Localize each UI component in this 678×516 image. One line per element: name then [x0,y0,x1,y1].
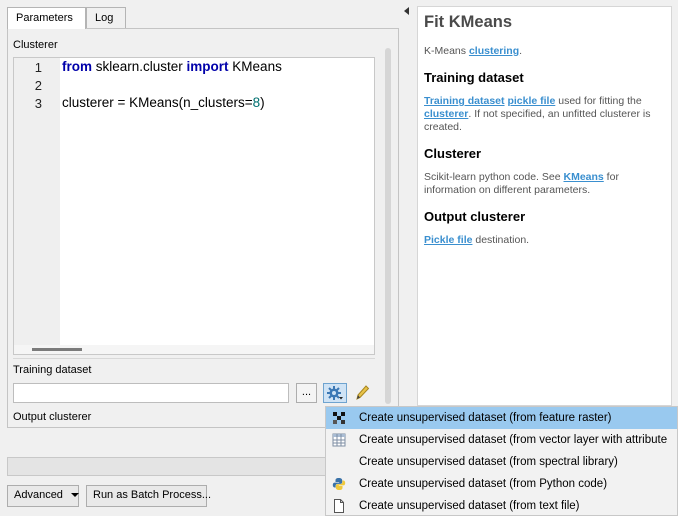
help-text: . [519,45,523,57]
divider [13,358,375,359]
pickle-file-link[interactable]: pickle file [507,95,555,107]
batch-process-button[interactable]: Run as Batch Process... [86,485,211,507]
menu-item-vector-layer[interactable]: Create unsupervised dataset (from vector… [326,429,677,451]
create-dataset-menu: Create unsupervised dataset (from featur… [325,406,678,516]
progress-bar [7,457,337,476]
code-text: ) [260,95,265,110]
python-icon [332,478,346,490]
help-training-heading: Training dataset [424,70,524,85]
number-literal: 8 [252,95,261,110]
help-clusterer-text: Scikit-learn python code. See KMeans for… [424,171,665,197]
menu-item-label: Create unsupervised dataset (from text f… [359,500,580,512]
menu-item-python-code[interactable]: Create unsupervised dataset (from Python… [326,473,677,495]
line-number-gutter: 1 2 3 [14,58,60,354]
training-dataset-link[interactable]: Training dataset [424,95,505,107]
panel-vertical-scrollbar[interactable] [385,48,391,404]
menu-item-text-file[interactable]: Create unsupervised dataset (from text f… [326,495,677,515]
menu-item-label: Create unsupervised dataset (from vector… [359,434,668,446]
help-text: destination. [472,234,530,246]
clusterer-label: Clusterer [13,39,58,51]
browse-button[interactable]: ... [296,383,317,403]
tab-parameters[interactable]: Parameters [7,7,86,29]
help-text: Scikit-learn python code. See [424,171,564,183]
menu-item-spectral-library[interactable]: Create unsupervised dataset (from spectr… [326,451,677,473]
help-clusterer-heading: Clusterer [424,146,482,161]
help-intro: K-Means clustering. [424,45,665,58]
tab-log[interactable]: Log [86,7,126,28]
line-number: 2 [34,78,42,93]
clustering-link[interactable]: clustering [469,45,519,57]
help-text: used for fitting the [555,95,642,107]
help-panel: Fit KMeans K-Means clustering. Training … [417,6,672,406]
help-output-heading: Output clusterer [424,209,526,224]
help-training-text: Training dataset pickle file used for fi… [424,95,665,134]
create-dataset-button[interactable] [323,383,347,403]
help-output-text: Pickle file destination. [424,234,665,247]
line-number: 1 [34,60,42,75]
code-line-1: from sklearn.cluster import KMeans [62,59,282,74]
code-text: KMeans [228,59,282,74]
advanced-button[interactable]: Advanced [7,485,79,507]
editor-scroll-thumb[interactable] [32,348,82,351]
menu-item-label: Create unsupervised dataset (from spectr… [359,456,618,468]
menu-item-label: Create unsupervised dataset (from featur… [359,412,612,424]
training-dataset-label: Training dataset [13,364,92,376]
code-text: sklearn.cluster [92,59,187,74]
file-icon [334,499,344,513]
keyword: from [62,59,92,74]
advanced-label: Advanced [14,489,63,501]
code-line-3: clusterer = KMeans(n_clusters=8) [62,95,265,110]
keyword: import [186,59,229,74]
training-dataset-field[interactable] [13,383,289,403]
line-number: 3 [34,96,42,111]
table-icon [332,433,346,447]
clusterer-link[interactable]: clusterer [424,108,468,120]
raster-icon [333,412,345,424]
code-editor[interactable]: 1 2 3 from sklearn.cluster import KMeans… [13,57,375,355]
pencil-icon[interactable] [354,384,370,402]
help-text: K-Means [424,45,469,57]
help-title: Fit KMeans [424,13,513,31]
chevron-down-icon [71,493,79,498]
collapse-panel-icon[interactable] [404,7,409,15]
code-text: clusterer = KMeans(n_clusters= [62,95,253,110]
kmeans-link[interactable]: KMeans [564,171,604,183]
output-clusterer-label: Output clusterer [13,411,92,423]
pickle-file-link[interactable]: Pickle file [424,234,472,246]
menu-item-feature-raster[interactable]: Create unsupervised dataset (from featur… [326,407,677,429]
menu-item-label: Create unsupervised dataset (from Python… [359,478,608,490]
gear-icon [327,386,343,400]
